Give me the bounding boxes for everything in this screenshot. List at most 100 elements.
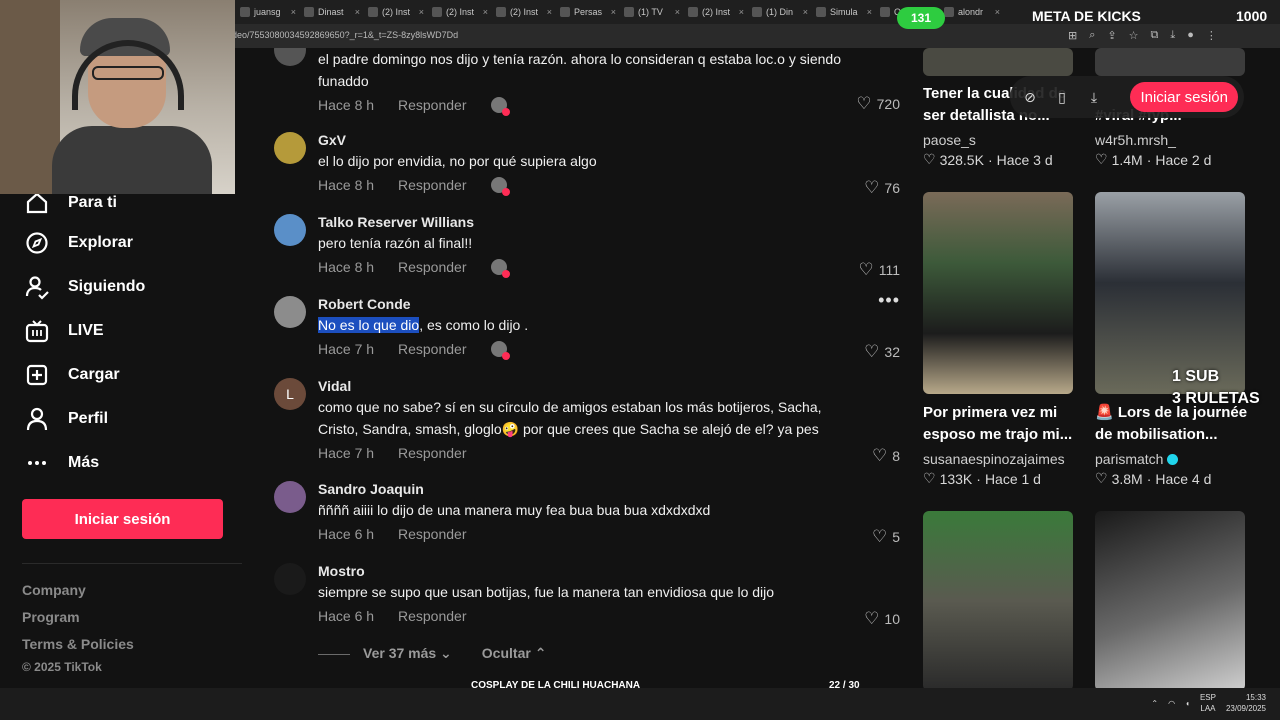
video-title[interactable]: 🚨 Lors de la journée de mobilisation... (1095, 402, 1255, 446)
sidebar-item-perfil[interactable]: Perfil (24, 406, 108, 432)
translate-icon[interactable]: ⊞ (1068, 29, 1077, 42)
video-thumbnail[interactable] (923, 511, 1073, 688)
avatar[interactable]: L (274, 378, 306, 410)
bookmark-icon[interactable]: ☆ (1129, 29, 1139, 42)
sidebar-item-live[interactable]: LIVE (24, 318, 104, 344)
close-icon[interactable]: × (803, 7, 808, 17)
reply-button[interactable]: Responder (398, 526, 467, 542)
heart-icon: ♡ (1095, 470, 1108, 486)
close-icon[interactable]: × (739, 7, 744, 17)
footer-program[interactable]: Program (22, 609, 80, 625)
clock[interactable]: 15:33 23/09/2025 (1226, 692, 1266, 714)
phone-icon[interactable]: ▯ (1054, 89, 1070, 106)
wifi-icon[interactable]: ◠ (1168, 699, 1175, 708)
reply-button[interactable]: Responder (398, 341, 467, 357)
comment-text: el lo dijo por envidia, no por qué supie… (318, 153, 597, 169)
like-button[interactable]: ♡ 720 (856, 94, 900, 114)
reply-button[interactable]: Responder (398, 97, 467, 113)
download-icon[interactable]: ⤓ (1086, 89, 1102, 106)
close-icon[interactable]: × (419, 7, 424, 17)
close-icon[interactable]: × (355, 7, 360, 17)
avatar[interactable] (274, 132, 306, 164)
video-thumbnail[interactable] (923, 192, 1073, 394)
browser-tab[interactable]: alondr × (940, 2, 1004, 22)
avatar[interactable] (274, 563, 306, 595)
comment-username[interactable]: GxV (318, 132, 905, 150)
comment-username[interactable]: Vidal (318, 378, 905, 396)
comment-username[interactable]: Mostro (318, 563, 905, 581)
sidebar-item-siguiendo[interactable]: Siguiendo (24, 274, 145, 300)
avatar[interactable] (274, 296, 306, 328)
like-button[interactable]: ♡ 10 (864, 609, 900, 629)
close-icon[interactable]: × (547, 7, 552, 17)
url-text[interactable]: deo/7553080034592869650?_r=1&_t=ZS-8zy8l… (232, 30, 458, 40)
browser-tab[interactable]: (2) Inst × (364, 2, 428, 22)
replies-divider (318, 654, 350, 655)
volume-icon[interactable]: ◖ (1185, 699, 1190, 708)
comment-item: GxV el lo dijo por envidia, no por qué s… (274, 132, 905, 198)
video-thumbnail[interactable] (1095, 48, 1245, 76)
like-button[interactable]: ♡ 5 (872, 527, 900, 547)
close-icon[interactable]: × (867, 7, 872, 17)
video-thumbnail[interactable] (1095, 192, 1245, 394)
close-icon[interactable]: × (611, 7, 616, 17)
reply-button[interactable]: Responder (398, 177, 467, 193)
like-button[interactable]: ♡ 8 (872, 446, 900, 466)
like-button[interactable]: ♡ 111 (858, 260, 900, 280)
video-author[interactable]: w4r5h.mrsh_ (1095, 132, 1176, 148)
sub-counter: 131 (897, 7, 945, 29)
avatar[interactable] (274, 481, 306, 513)
browser-tab[interactable]: Persas × (556, 2, 620, 22)
close-icon[interactable]: × (675, 7, 680, 17)
kicks-goal-value: 1000 (1236, 8, 1268, 24)
share-icon[interactable]: ⇪ (1107, 29, 1116, 42)
login-button[interactable]: Iniciar sesión (22, 499, 223, 539)
comment-time: Hace 8 h (318, 97, 375, 113)
link-icon[interactable]: ⊘ (1022, 89, 1038, 106)
more-options-icon[interactable]: ••• (878, 290, 900, 311)
reply-button[interactable]: Responder (398, 259, 467, 275)
browser-tab[interactable]: juansg × (236, 2, 300, 22)
footer-company[interactable]: Company (22, 582, 86, 598)
like-button[interactable]: ♡ 32 (864, 342, 900, 362)
avatar[interactable] (274, 214, 306, 246)
language-indicator[interactable]: ESP LAA (1200, 692, 1216, 714)
comment-username[interactable]: Robert Conde (318, 296, 905, 314)
browser-tab[interactable]: (2) Inst × (492, 2, 556, 22)
close-icon[interactable]: × (291, 7, 296, 17)
browser-tab[interactable]: (2) Inst × (428, 2, 492, 22)
view-more-button[interactable]: Ver 37 más ⌄ (363, 645, 452, 662)
profile-icon[interactable]: ● (1187, 29, 1194, 42)
sidebar-item-cargar[interactable]: Cargar (24, 362, 120, 388)
browser-tab[interactable]: (1) Din × (748, 2, 812, 22)
video-title[interactable]: Por primera vez mi esposo me trajo mi... (923, 402, 1083, 446)
extensions-icon[interactable]: ⧉ (1150, 29, 1158, 42)
video-author[interactable]: paose_s (923, 132, 976, 148)
comment-meta: Hace 6 h Responder (318, 605, 905, 627)
avatar[interactable] (274, 48, 306, 66)
chevron-up-icon[interactable]: ⌃ (1151, 699, 1158, 708)
hide-replies-button[interactable]: Ocultar ⌃ (482, 645, 547, 662)
comment-username[interactable]: Talko Reserver Willians (318, 214, 905, 232)
video-thumbnail[interactable] (1095, 511, 1245, 688)
sidebar-item-mas[interactable]: Más (24, 450, 99, 476)
video-thumbnail[interactable] (923, 48, 1073, 76)
video-author[interactable]: parismatch (1095, 451, 1179, 467)
like-button[interactable]: ♡ 76 (864, 178, 900, 198)
menu-icon[interactable]: ⋮ (1206, 29, 1217, 42)
zoom-icon[interactable]: ⌕ (1089, 29, 1095, 42)
comment-username[interactable]: Sandro Joaquin (318, 481, 905, 499)
footer-terms[interactable]: Terms & Policies (22, 636, 134, 652)
close-icon[interactable]: × (995, 7, 1000, 17)
browser-tab[interactable]: (2) Inst × (684, 2, 748, 22)
sidebar-item-explorar[interactable]: Explorar (24, 230, 133, 256)
close-icon[interactable]: × (483, 7, 488, 17)
downloads-icon[interactable]: ⤓ (1170, 29, 1175, 42)
video-author[interactable]: susanaespinozajaimes (923, 451, 1065, 467)
browser-tab[interactable]: Dinast × (300, 2, 364, 22)
float-login-button[interactable]: Iniciar sesión (1130, 82, 1238, 112)
browser-tab[interactable]: Simula × (812, 2, 876, 22)
reply-button[interactable]: Responder (398, 608, 467, 624)
browser-tab[interactable]: (1) TV × (620, 2, 684, 22)
reply-button[interactable]: Responder (398, 445, 467, 461)
